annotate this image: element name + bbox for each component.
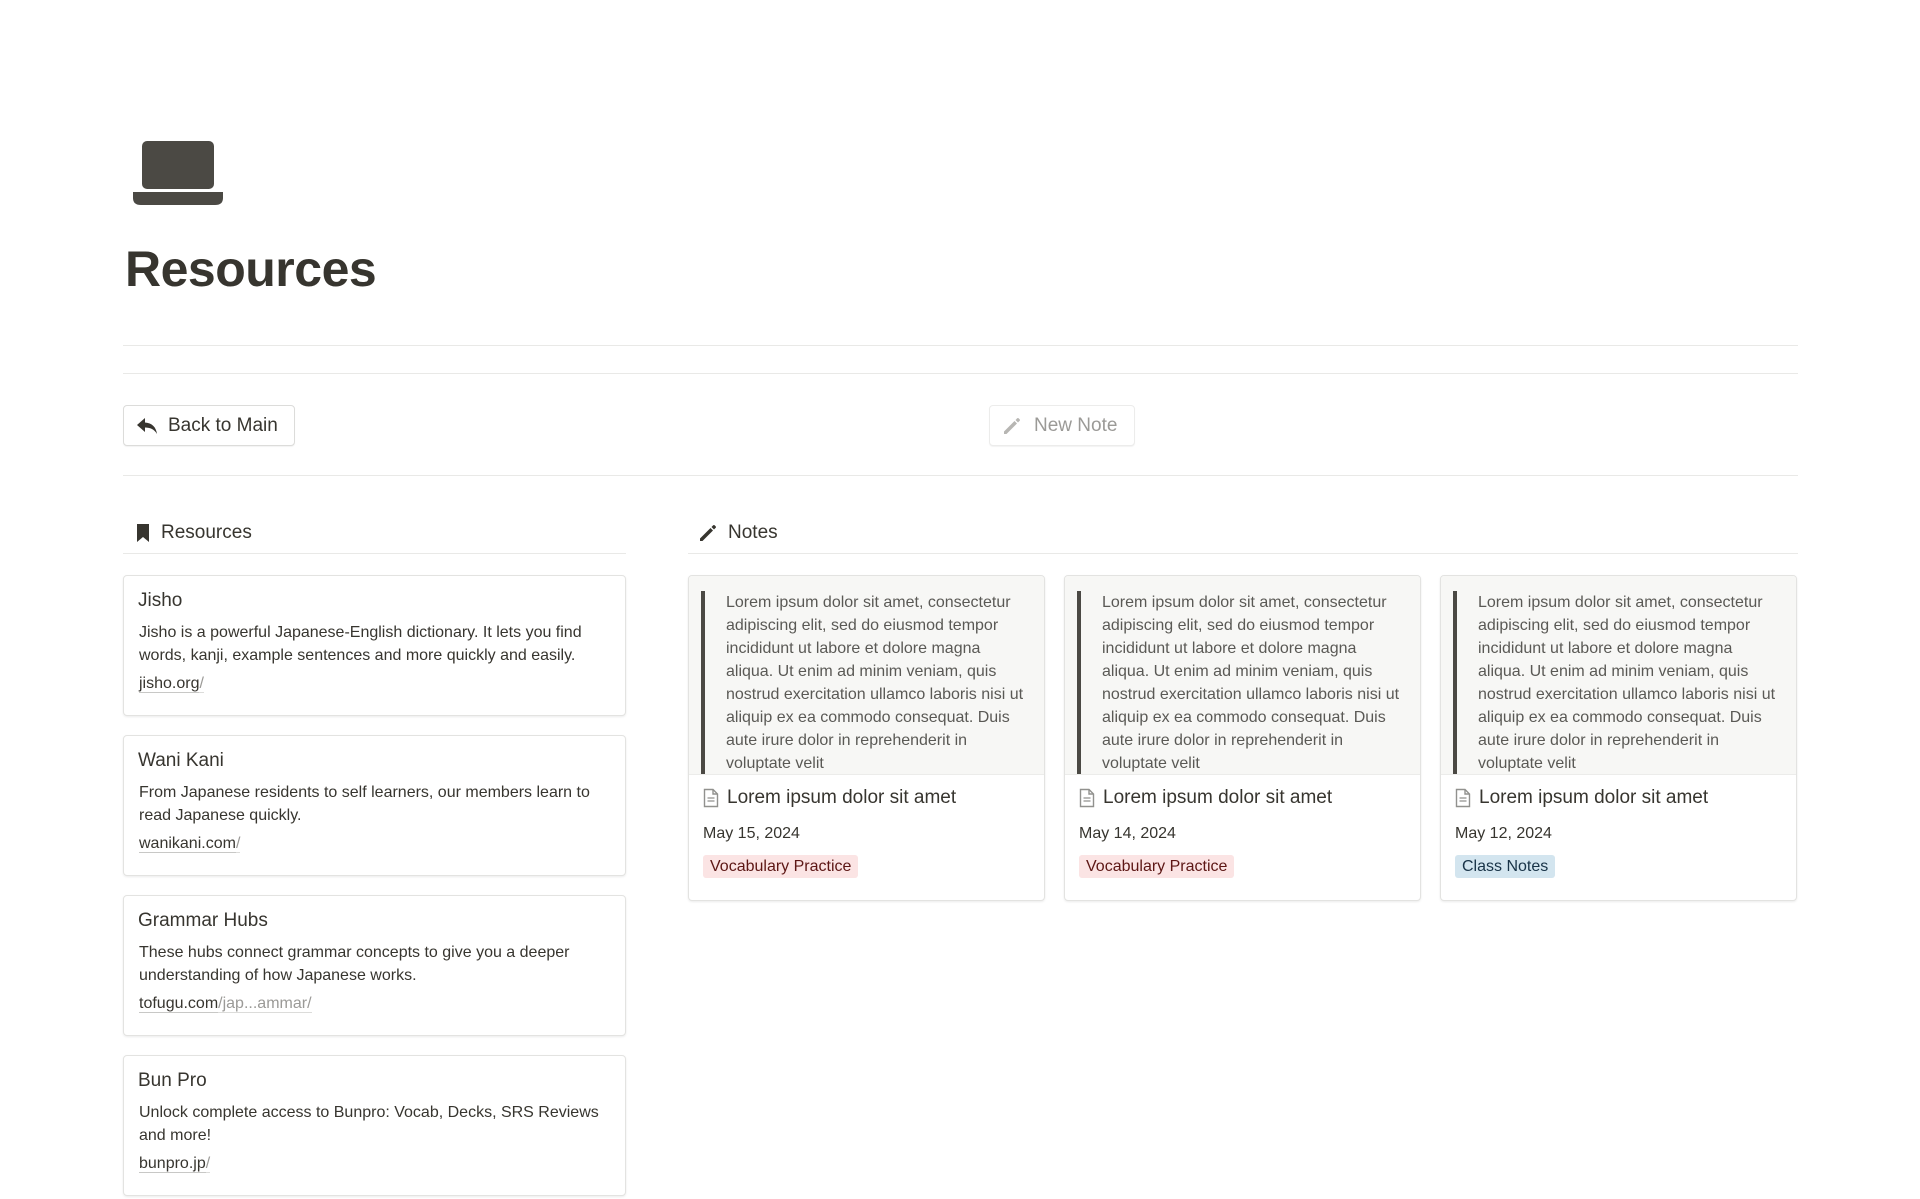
pencil-icon xyxy=(1004,417,1020,434)
note-date: May 12, 2024 xyxy=(1455,825,1552,842)
resource-link[interactable]: jisho.org/ xyxy=(139,675,611,693)
resource-link[interactable]: wanikani.com/ xyxy=(139,835,611,853)
document-icon xyxy=(1079,788,1095,808)
document-icon xyxy=(1455,788,1471,808)
resource-link-host: bunpro.jp xyxy=(139,1155,206,1173)
resource-link-path: / xyxy=(235,835,241,853)
note-preview-quote: Lorem ipsum dolor sit amet, consectetur … xyxy=(1453,591,1796,774)
resource-link-host: jisho.org xyxy=(139,675,200,693)
resource-link[interactable]: tofugu.com/jap...ammar/ xyxy=(139,995,611,1013)
laptop-icon[interactable] xyxy=(133,140,223,206)
note-title: Lorem ipsum dolor sit amet xyxy=(1079,787,1406,809)
resource-name: Wani Kani xyxy=(138,750,224,771)
note-title: Lorem ipsum dolor sit amet xyxy=(703,787,1030,809)
divider xyxy=(123,373,1798,374)
note-preview: Lorem ipsum dolor sit amet, consectetur … xyxy=(689,576,1044,775)
note-date: May 14, 2024 xyxy=(1079,825,1176,842)
note-tag: Vocabulary Practice xyxy=(703,855,859,878)
resource-name: Grammar Hubs xyxy=(138,910,268,931)
notes-section-title: Notes xyxy=(728,521,778,543)
resource-description: Unlock complete access to Bunpro: Vocab,… xyxy=(139,1104,599,1144)
reply-arrow-icon xyxy=(137,417,157,434)
note-preview-quote: Lorem ipsum dolor sit amet, consectetur … xyxy=(1077,591,1420,774)
bookmark-icon xyxy=(137,523,149,542)
resource-name: Jisho xyxy=(138,590,183,611)
note-tag: Vocabulary Practice xyxy=(1079,855,1235,878)
resource-description: Jisho is a powerful Japanese-English dic… xyxy=(139,624,582,664)
note-card[interactable]: Lorem ipsum dolor sit amet, consectetur … xyxy=(1064,575,1421,901)
new-note-label: New Note xyxy=(1034,414,1118,436)
new-note-button[interactable]: New Note xyxy=(989,405,1135,446)
resource-link-path: / xyxy=(205,1155,211,1173)
resources-list: Jisho Jisho is a powerful Japanese-Engli… xyxy=(123,575,626,1199)
resources-section-title: Resources xyxy=(161,521,252,543)
resource-description: These hubs connect grammar concepts to g… xyxy=(139,944,570,984)
note-preview: Lorem ipsum dolor sit amet, consectetur … xyxy=(1441,576,1796,775)
divider xyxy=(123,345,1798,346)
note-card[interactable]: Lorem ipsum dolor sit amet, consectetur … xyxy=(688,575,1045,901)
resource-link-host: wanikani.com xyxy=(139,835,236,853)
back-to-main-label: Back to Main xyxy=(168,414,278,436)
note-title-text: Lorem ipsum dolor sit amet xyxy=(727,787,957,808)
note-card[interactable]: Lorem ipsum dolor sit amet, consectetur … xyxy=(1440,575,1797,901)
note-preview: Lorem ipsum dolor sit amet, consectetur … xyxy=(1065,576,1420,775)
resource-link-path: /jap...ammar/ xyxy=(218,995,312,1013)
resource-card[interactable]: Grammar Hubs These hubs connect grammar … xyxy=(123,895,626,1036)
resource-link-host: tofugu.com xyxy=(139,995,219,1013)
note-title-text: Lorem ipsum dolor sit amet xyxy=(1479,787,1709,808)
note-title: Lorem ipsum dolor sit amet xyxy=(1455,787,1782,809)
notes-section-header[interactable]: Notes xyxy=(688,512,1798,554)
divider xyxy=(123,475,1798,476)
resource-card[interactable]: Jisho Jisho is a powerful Japanese-Engli… xyxy=(123,575,626,716)
note-title-text: Lorem ipsum dolor sit amet xyxy=(1103,787,1333,808)
resource-name: Bun Pro xyxy=(138,1070,207,1091)
document-icon xyxy=(703,788,719,808)
note-date: May 15, 2024 xyxy=(703,825,800,842)
notes-gallery: Lorem ipsum dolor sit amet, consectetur … xyxy=(688,575,1798,901)
resource-description: From Japanese residents to self learners… xyxy=(139,784,590,824)
resource-card[interactable]: Wani Kani From Japanese residents to sel… xyxy=(123,735,626,876)
resource-link[interactable]: bunpro.jp/ xyxy=(139,1155,611,1173)
note-preview-quote: Lorem ipsum dolor sit amet, consectetur … xyxy=(701,591,1044,774)
back-to-main-button[interactable]: Back to Main xyxy=(123,405,295,446)
pencil-icon xyxy=(700,524,716,541)
resource-card[interactable]: Bun Pro Unlock complete access to Bunpro… xyxy=(123,1055,626,1196)
resources-section-header[interactable]: Resources xyxy=(123,512,626,554)
note-tag: Class Notes xyxy=(1455,855,1556,878)
page-title: Resources xyxy=(125,241,377,297)
resource-link-path: / xyxy=(199,675,204,693)
